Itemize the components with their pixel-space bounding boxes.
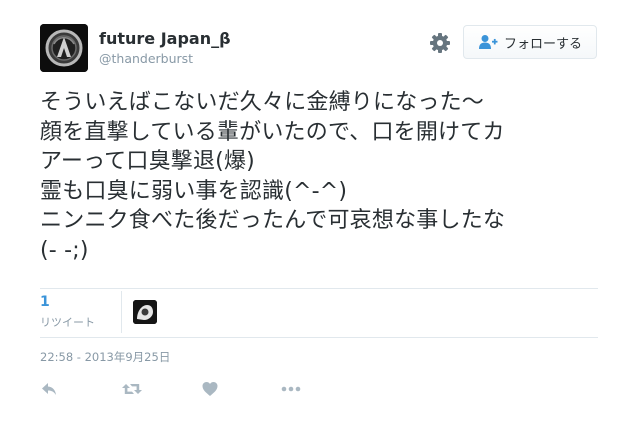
user-handle[interactable]: @thanderburst — [99, 51, 193, 66]
tweet-timestamp[interactable]: 22:58 - 2013年9月25日 — [40, 349, 170, 365]
follow-button[interactable]: フォローする — [463, 25, 597, 59]
retweeter-avatar[interactable] — [133, 300, 157, 324]
tweet-line: (- -;) — [40, 237, 89, 263]
more-icon[interactable] — [280, 380, 302, 400]
tweet-line: そういえばこないだ久々に金縛りになった〜 — [40, 90, 485, 115]
follow-button-label: フォローする — [503, 36, 582, 52]
retweet-icon[interactable] — [121, 380, 143, 400]
tweet-line: アーって口臭撃退(爆) — [40, 149, 255, 174]
person-add-icon — [478, 35, 498, 49]
stats-bottom-divider — [40, 337, 598, 338]
heart-icon[interactable] — [201, 380, 219, 400]
tweet-line: ニンニク食べた後だったんで可哀想な事したな — [40, 208, 506, 233]
retweet-count-label: リツイート — [40, 316, 95, 329]
user-display-name[interactable]: future Japan_β — [99, 29, 231, 48]
tweet-text: そういえばこないだ久々に金縛りになった〜 顔を直撃している輩がいたので、口を開け… — [40, 88, 620, 265]
user-avatar[interactable] — [40, 24, 88, 72]
tweet-line: 顔を直撃している輩がいたので、口を開けてカ — [40, 119, 505, 145]
retweet-count[interactable]: 1 — [40, 294, 50, 310]
stats-top-divider — [40, 288, 598, 289]
reply-icon[interactable] — [40, 380, 58, 400]
gear-icon[interactable] — [428, 31, 452, 55]
stats-separator — [121, 291, 122, 333]
tweet-line: 霊も口臭に弱い事を認識(^-^) — [40, 178, 348, 204]
